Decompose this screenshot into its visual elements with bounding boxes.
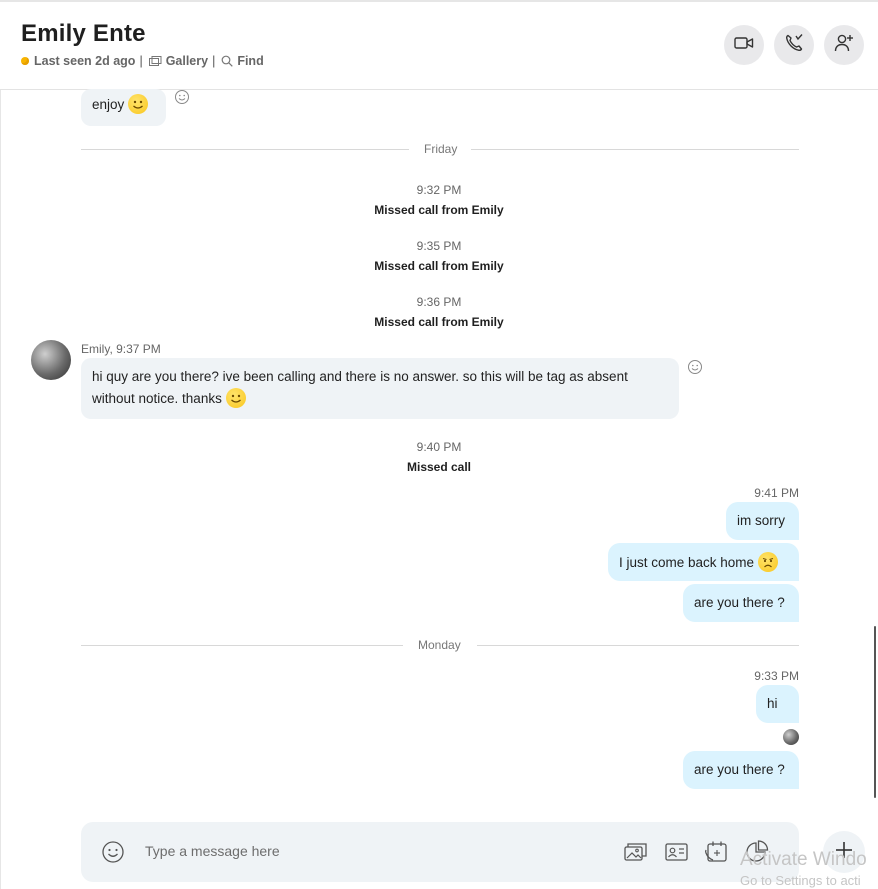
audio-call-button[interactable]: [774, 25, 814, 65]
sad-emoji-icon: [758, 552, 779, 572]
missed-call-event: Missed call from Emily: [374, 315, 504, 329]
add-people-button[interactable]: [824, 25, 864, 65]
smile-emoji-icon: [128, 94, 149, 114]
avatar[interactable]: [31, 340, 71, 380]
separator: |: [212, 54, 216, 68]
watermark-line: Go to Settings to acti: [740, 873, 861, 888]
gallery-icon: [148, 55, 162, 67]
search-icon: [221, 55, 234, 67]
reaction-icon[interactable]: [174, 89, 190, 105]
message-time: 9:41 PM: [754, 486, 799, 500]
chat-header: Emily Ente Last seen 2d ago | Gallery | …: [0, 2, 878, 90]
message-composer: Type a message here: [81, 822, 799, 882]
message-time: 9:33 PM: [754, 669, 799, 683]
emoji-icon[interactable]: [101, 840, 125, 864]
date-divider-label: Friday: [424, 142, 458, 156]
missed-call-event: Missed call: [406, 460, 472, 474]
date-divider-label: Monday: [418, 638, 461, 652]
message-text: hi quy are you there? ive been calling a…: [92, 369, 628, 384]
message-text: im sorry: [737, 513, 785, 528]
date-divider-line: [477, 645, 799, 646]
message-text: I just come back home: [619, 555, 755, 570]
message-text: are you there ?: [694, 762, 785, 777]
find-link[interactable]: Find: [237, 54, 263, 68]
event-time: 9:36 PM: [416, 295, 462, 309]
event-time: 9:40 PM: [416, 440, 462, 454]
contact-name[interactable]: Emily Ente: [21, 20, 146, 48]
outgoing-message-bubble[interactable]: are you there ?: [683, 751, 799, 789]
video-call-icon: [734, 36, 754, 55]
read-receipt-avatar: [783, 729, 799, 745]
separator: |: [139, 54, 143, 68]
missed-call-event: Missed call from Emily: [374, 259, 504, 273]
smile-emoji-icon: [225, 388, 246, 408]
message-text: enjoy: [92, 97, 125, 112]
watermark-line: Activate Windo: [740, 849, 867, 870]
date-divider-line: [81, 149, 409, 150]
message-bubble[interactable]: hi quy are you there? ive been calling a…: [81, 358, 679, 419]
event-time: 9:35 PM: [416, 239, 462, 253]
gallery-link[interactable]: Gallery: [166, 54, 208, 68]
message-list[interactable]: enjoy Friday 9:32 PM Missed call from Em…: [0, 89, 878, 813]
missed-call-event: Missed call from Emily: [374, 203, 504, 217]
away-status-icon: [21, 57, 29, 65]
reaction-icon[interactable]: [687, 359, 703, 375]
outgoing-message-bubble[interactable]: hi: [756, 685, 799, 723]
audio-call-icon: [784, 33, 804, 58]
message-bubble[interactable]: enjoy: [81, 89, 166, 126]
date-divider-line: [81, 645, 403, 646]
sender-timestamp: Emily, 9:37 PM: [81, 342, 161, 356]
message-text: hi: [767, 696, 778, 711]
contact-card-icon[interactable]: [664, 840, 690, 864]
media-icon[interactable]: [624, 840, 650, 864]
outgoing-message-bubble[interactable]: im sorry: [726, 502, 799, 540]
contact-subline: Last seen 2d ago | Gallery | Find: [21, 54, 264, 68]
outgoing-message-bubble[interactable]: are you there ?: [683, 584, 799, 622]
video-call-button[interactable]: [724, 25, 764, 65]
event-time: 9:32 PM: [416, 183, 462, 197]
scrollbar-thumb[interactable]: [874, 626, 876, 798]
message-text: without notice. thanks: [92, 391, 222, 406]
message-input[interactable]: Type a message here: [145, 843, 280, 859]
schedule-call-icon[interactable]: [704, 840, 730, 864]
windows-activation-watermark: Activate Windo Go to Settings to acti: [740, 849, 867, 888]
date-divider-line: [471, 149, 799, 150]
message-text: are you there ?: [694, 595, 785, 610]
add-people-icon: [834, 33, 854, 58]
outgoing-message-bubble[interactable]: I just come back home: [608, 543, 799, 581]
last-seen-text: Last seen 2d ago: [34, 54, 136, 68]
